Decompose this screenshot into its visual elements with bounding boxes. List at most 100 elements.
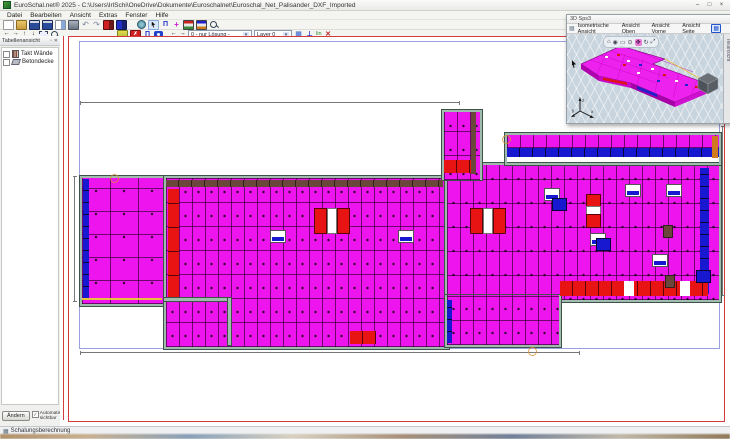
- axis-triad: z x y: [571, 95, 597, 121]
- select-cursor-icon[interactable]: [148, 20, 159, 30]
- insert-point-icon[interactable]: +: [172, 21, 181, 29]
- column-white-blue: [398, 230, 414, 243]
- edge-beam-brown-top: [166, 180, 443, 187]
- save-all-icon[interactable]: [42, 20, 53, 30]
- open-folder-icon[interactable]: [16, 20, 27, 30]
- viewer-3d-toolbar: ▦ Isometrische Ansicht Ansicht Oben Ansi…: [567, 24, 730, 34]
- tree-item-takt-waende[interactable]: Takt Wände: [3, 50, 57, 58]
- checkbox[interactable]: [3, 59, 10, 66]
- view-top-button[interactable]: Ansicht Oben: [622, 23, 649, 35]
- view-isometric-button[interactable]: Isometrische Ansicht: [578, 23, 619, 35]
- pan-view-icon[interactable]: [137, 20, 146, 29]
- titlebar: EuroSchal.net® 2025 - C:\Users\IrlSchi\O…: [0, 0, 730, 11]
- column-red-stack: [586, 194, 599, 228]
- minimize-button[interactable]: –: [692, 1, 703, 10]
- slab-left-block[interactable]: [80, 176, 168, 306]
- menu-bearbeiten[interactable]: Bearbeiten: [30, 12, 61, 19]
- grid-icon[interactable]: ▦: [569, 25, 575, 32]
- column-red-flanked: [470, 208, 506, 234]
- svg-text:y: y: [572, 108, 575, 113]
- undo-icon[interactable]: ↶: [81, 21, 90, 29]
- desktop-taskbar-strip: [0, 434, 730, 439]
- page-frame-red-line: [63, 36, 64, 420]
- navigation-cube[interactable]: [695, 70, 721, 96]
- checkbox[interactable]: [3, 51, 10, 58]
- bottom-red-row: [560, 281, 708, 296]
- menu-ansicht[interactable]: Ansicht: [70, 12, 91, 19]
- maximize-button[interactable]: □: [704, 1, 715, 10]
- red-panel-pair: [350, 331, 376, 344]
- panels-red-icon[interactable]: [183, 20, 194, 30]
- dimension-line-bottom: [80, 352, 580, 353]
- tree-item-label: Takt Wände: [21, 51, 53, 57]
- pan-icon-active[interactable]: ✥: [635, 39, 642, 46]
- rotate-icon[interactable]: ↻: [644, 39, 649, 46]
- save-icon[interactable]: [29, 20, 40, 30]
- viewer-3d-nav-toolbar: ⌂ ◉ ▭ ⊙ ✥ ↻ ⤢: [603, 36, 659, 48]
- blue-panel: [552, 198, 567, 211]
- column-white-blue: [666, 184, 682, 197]
- panels-blue-icon[interactable]: [196, 20, 207, 30]
- home-icon[interactable]: ⌂: [607, 39, 611, 45]
- print-icon[interactable]: [68, 20, 79, 30]
- menu-hilfe[interactable]: Hilfe: [155, 12, 168, 19]
- zoom-icon[interactable]: [209, 21, 218, 29]
- column-red-flanked: [314, 208, 350, 234]
- view-front-button[interactable]: Ansicht Vorne: [652, 23, 680, 35]
- blue-panel: [696, 270, 711, 283]
- fullscreen-icon[interactable]: ⤢: [651, 39, 656, 46]
- viewer-3d-side-tab[interactable]: Teilansicht: [723, 34, 730, 123]
- slab-bottom-extension[interactable]: [445, 295, 561, 347]
- concrete-slab-icon: [11, 59, 21, 65]
- column-gap: [680, 281, 690, 296]
- menu-fenster[interactable]: Fenster: [125, 12, 147, 19]
- close-button[interactable]: ×: [716, 1, 727, 10]
- eye-icon[interactable]: ◉: [613, 39, 618, 46]
- wall-takt-icon: [12, 50, 19, 58]
- column-white-blue: [625, 184, 641, 197]
- menu-extras[interactable]: Extras: [99, 12, 117, 19]
- filler-strip-blue-left: [83, 179, 89, 298]
- dimension-line-right: [722, 126, 723, 296]
- print-preview-icon[interactable]: [55, 20, 66, 30]
- tree-item-betondecke[interactable]: Betondecke: [3, 58, 57, 66]
- svg-text:x: x: [591, 109, 594, 114]
- close-icon[interactable]: ✕: [54, 38, 58, 44]
- change-button[interactable]: Ändern: [2, 411, 30, 421]
- tree-item-label: Betondecke: [22, 59, 54, 65]
- interior-wall: [228, 298, 231, 345]
- new-file-icon[interactable]: [3, 20, 14, 30]
- paint-red-icon[interactable]: [103, 20, 114, 30]
- application-window: EuroSchal.net® 2025 - C:\Users\IrlSchi\O…: [0, 0, 730, 439]
- brown-panel: [663, 225, 673, 238]
- viewer-3d-viewport[interactable]: ⌂ ◉ ▭ ⊙ ✥ ↻ ⤢ z x y: [567, 34, 730, 123]
- sidebar-header: Tabellenansicht ▫ ✕: [0, 36, 60, 46]
- menu-datei[interactable]: Datei: [7, 12, 22, 19]
- grid-blue-icon[interactable]: ▦: [711, 24, 721, 33]
- sidebar-footer: Ändern ✓ Automatisch sichtbar: [0, 406, 60, 426]
- auto-visible-checkbox[interactable]: ✓ Automatisch sichtbar: [32, 411, 58, 421]
- dimension-line-top: [80, 102, 460, 103]
- view-side-button[interactable]: Ansicht Seite: [682, 23, 708, 35]
- slab-center-band[interactable]: [164, 176, 449, 349]
- red-panel: [586, 214, 601, 228]
- column-white-blue: [270, 230, 286, 243]
- sidebar-title: Tabellenansicht: [2, 38, 48, 44]
- brown-panel: [665, 275, 675, 288]
- accent-yellow-left: [82, 298, 162, 300]
- blue-panel: [596, 238, 611, 251]
- filler-strip-red: [168, 189, 179, 299]
- checkbox-checked[interactable]: ✓: [32, 411, 39, 418]
- paint-blue-icon[interactable]: [116, 20, 127, 30]
- slab-upper-strip[interactable]: [505, 133, 721, 165]
- zoom-window-icon[interactable]: ▭: [620, 39, 626, 46]
- dimension-line-left: [74, 176, 75, 302]
- window-title: EuroSchal.net® 2025 - C:\Users\IrlSchi\O…: [14, 2, 689, 9]
- zoom-icon[interactable]: ⊙: [628, 39, 633, 46]
- column-gap: [624, 281, 634, 296]
- viewer-3d-title: 3D Sps3: [570, 16, 591, 22]
- marker-circle: [528, 347, 537, 356]
- redo-icon[interactable]: ↷: [92, 21, 101, 29]
- wall-tool-icon[interactable]: Π: [161, 21, 170, 29]
- pin-icon[interactable]: ▫: [50, 38, 52, 44]
